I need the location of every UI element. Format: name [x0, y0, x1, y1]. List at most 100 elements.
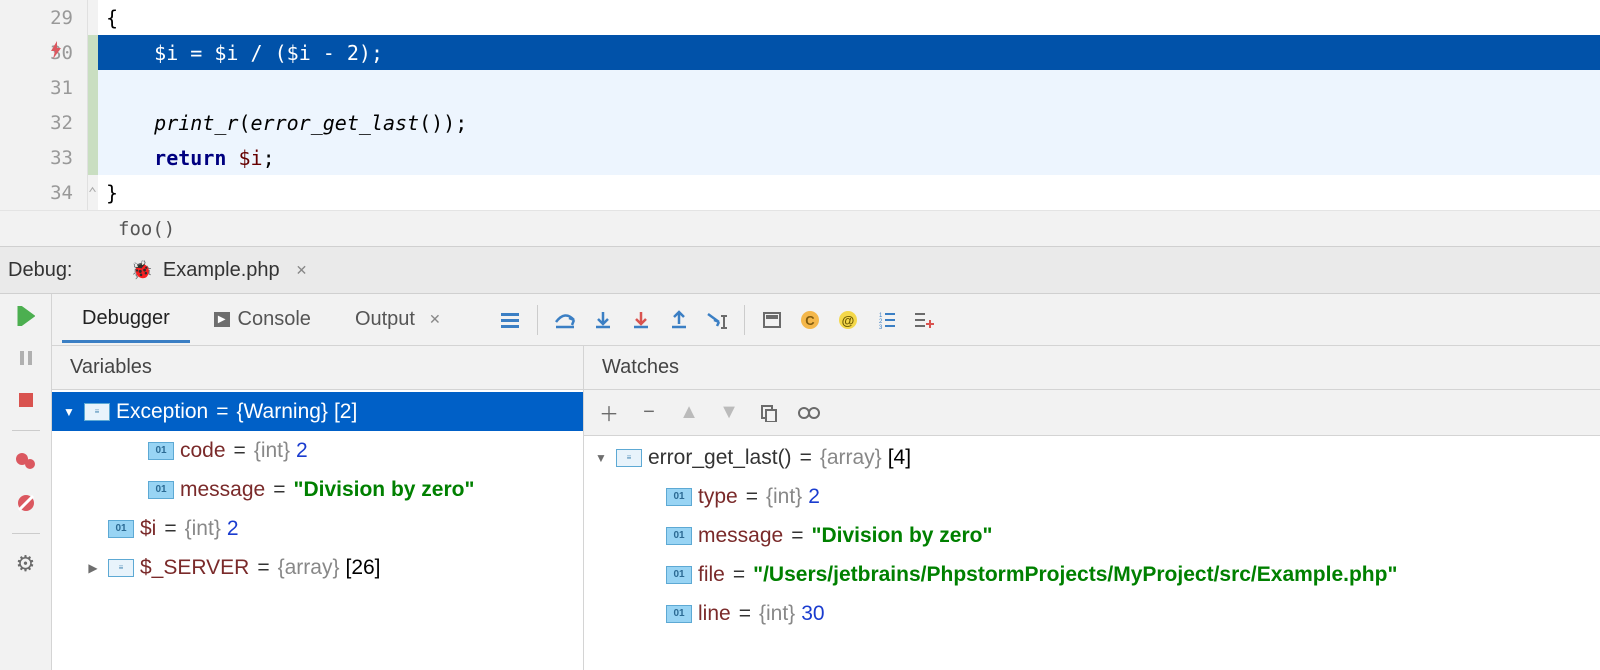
- expand-arrow-icon[interactable]: ▼: [60, 405, 78, 419]
- code-line[interactable]: return $i;: [98, 140, 1600, 175]
- watch-value: 30: [801, 602, 824, 626]
- tree-row[interactable]: 01line = {int} 30: [584, 594, 1600, 633]
- var-value: "Division by zero": [293, 478, 474, 502]
- primitive-icon: 01: [666, 488, 692, 506]
- separator: [537, 305, 538, 335]
- line-number[interactable]: 34: [0, 175, 87, 210]
- pause-button[interactable]: [12, 344, 40, 372]
- variables-tree[interactable]: ▼≡Exception = {Warning} [2]01code = {int…: [52, 390, 583, 670]
- close-tab-icon[interactable]: ✕: [296, 262, 308, 279]
- change-marker: [88, 140, 98, 175]
- tree-row[interactable]: 01type = {int} 2: [584, 477, 1600, 516]
- step-out-button[interactable]: [662, 303, 696, 337]
- debug-tab-bar: Debug: 🐞 Example.php ✕: [0, 246, 1600, 294]
- debug-main: Debugger ▶ Console Output ✕: [52, 294, 1600, 670]
- line-number[interactable]: 30: [0, 35, 87, 70]
- tree-row[interactable]: 01message = "Division by zero": [584, 516, 1600, 555]
- show-class-button[interactable]: C: [793, 303, 827, 337]
- code-line[interactable]: {: [98, 0, 1600, 35]
- code-line[interactable]: $i = $i / ($i - 2);: [98, 35, 1600, 70]
- editor-area: 293031323334 { $i = $i / ($i - 2); print…: [0, 0, 1600, 210]
- expand-arrow-icon[interactable]: ▼: [592, 451, 610, 465]
- code-area[interactable]: { $i = $i / ($i - 2); print_r(error_get_…: [98, 0, 1600, 210]
- panels-split: Variables ▼≡Exception = {Warning} [2]01c…: [52, 346, 1600, 670]
- variables-header: Variables: [52, 346, 583, 390]
- add-watch-list-button[interactable]: [907, 303, 941, 337]
- add-watch-button[interactable]: ＋: [596, 400, 622, 426]
- var-name: $_SERVER: [140, 556, 249, 580]
- fold-end-icon[interactable]: ⌃: [88, 184, 97, 202]
- primitive-icon: 01: [108, 520, 134, 538]
- separator: [12, 430, 40, 431]
- line-number[interactable]: 33: [0, 140, 87, 175]
- tree-row[interactable]: ▶≡$_SERVER = {array} [26]: [52, 548, 583, 587]
- primitive-icon: 01: [148, 481, 174, 499]
- breadcrumb[interactable]: foo(): [0, 210, 1600, 246]
- mute-breakpoints-button[interactable]: [12, 489, 40, 517]
- force-step-into-button[interactable]: [624, 303, 658, 337]
- array-icon: ≡: [616, 449, 642, 467]
- array-icon: ≡: [108, 559, 134, 577]
- tree-row[interactable]: ▼≡error_get_last() = {array} [4]: [584, 438, 1600, 477]
- watch-value: 2: [808, 485, 820, 509]
- resume-button[interactable]: [12, 302, 40, 330]
- primitive-icon: 01: [148, 442, 174, 460]
- var-name: $i: [140, 517, 156, 541]
- move-up-button[interactable]: ▲: [676, 400, 702, 426]
- code-line[interactable]: print_r(error_get_last());: [98, 105, 1600, 140]
- watches-toolbar: ＋ − ▲ ▼: [584, 390, 1600, 436]
- variables-panel: Variables ▼≡Exception = {Warning} [2]01c…: [52, 346, 584, 670]
- settings-button[interactable]: ⚙: [12, 550, 40, 578]
- primitive-icon: 01: [666, 527, 692, 545]
- tab-debugger[interactable]: Debugger: [62, 297, 190, 343]
- var-name: message: [180, 478, 265, 502]
- close-icon[interactable]: ✕: [429, 311, 441, 328]
- stop-button[interactable]: [12, 386, 40, 414]
- show-frames-button[interactable]: [493, 303, 527, 337]
- tree-row[interactable]: 01code = {int} 2: [52, 431, 583, 470]
- tree-row[interactable]: ▼≡Exception = {Warning} [2]: [52, 392, 583, 431]
- var-value: 2: [296, 439, 308, 463]
- watch-value: "/Users/jetbrains/PhpstormProjects/MyPro…: [753, 563, 1397, 587]
- tree-row[interactable]: 01file = "/Users/jetbrains/PhpstormProje…: [584, 555, 1600, 594]
- object-icon: ≡: [84, 403, 110, 421]
- show-at-button[interactable]: @: [831, 303, 865, 337]
- separator: [12, 533, 40, 534]
- code-line[interactable]: [98, 70, 1600, 105]
- expand-arrow-icon[interactable]: ▶: [84, 561, 102, 575]
- tree-row[interactable]: 01$i = {int} 2: [52, 509, 583, 548]
- debug-session-name: Example.php: [163, 259, 280, 282]
- change-marker: [88, 70, 98, 105]
- view-breakpoints-button[interactable]: [12, 447, 40, 475]
- debug-toolbar: Debugger ▶ Console Output ✕: [52, 294, 1600, 346]
- tree-row[interactable]: 01message = "Division by zero": [52, 470, 583, 509]
- show-watches-button[interactable]: [796, 400, 822, 426]
- run-to-cursor-button[interactable]: [700, 303, 734, 337]
- watch-key: file: [698, 563, 725, 587]
- debug-session-tab[interactable]: 🐞 Example.php ✕: [123, 255, 316, 286]
- remove-watch-button[interactable]: −: [636, 400, 662, 426]
- lightning-icon: [48, 40, 78, 65]
- change-marker: [88, 35, 98, 70]
- move-down-button[interactable]: ▼: [716, 400, 742, 426]
- line-number[interactable]: 29: [0, 0, 87, 35]
- step-into-button[interactable]: [586, 303, 620, 337]
- change-marker: [88, 105, 98, 140]
- console-icon: ▶: [214, 312, 230, 327]
- breadcrumb-item[interactable]: foo(): [118, 218, 175, 240]
- debug-label: Debug:: [8, 259, 73, 282]
- tab-console[interactable]: ▶ Console: [194, 298, 331, 341]
- show-list-button[interactable]: 123: [869, 303, 903, 337]
- line-number[interactable]: 32: [0, 105, 87, 140]
- svg-text:C: C: [805, 313, 815, 328]
- step-over-button[interactable]: [548, 303, 582, 337]
- line-number[interactable]: 31: [0, 70, 87, 105]
- watch-key: type: [698, 485, 738, 509]
- watches-tree[interactable]: ▼≡error_get_last() = {array} [4]01type =…: [584, 436, 1600, 670]
- code-line[interactable]: ⌃}: [98, 175, 1600, 210]
- tab-output[interactable]: Output ✕: [335, 298, 461, 341]
- evaluate-expression-button[interactable]: [755, 303, 789, 337]
- bug-icon: 🐞: [131, 260, 153, 281]
- copy-watch-button[interactable]: [756, 400, 782, 426]
- separator: [744, 305, 745, 335]
